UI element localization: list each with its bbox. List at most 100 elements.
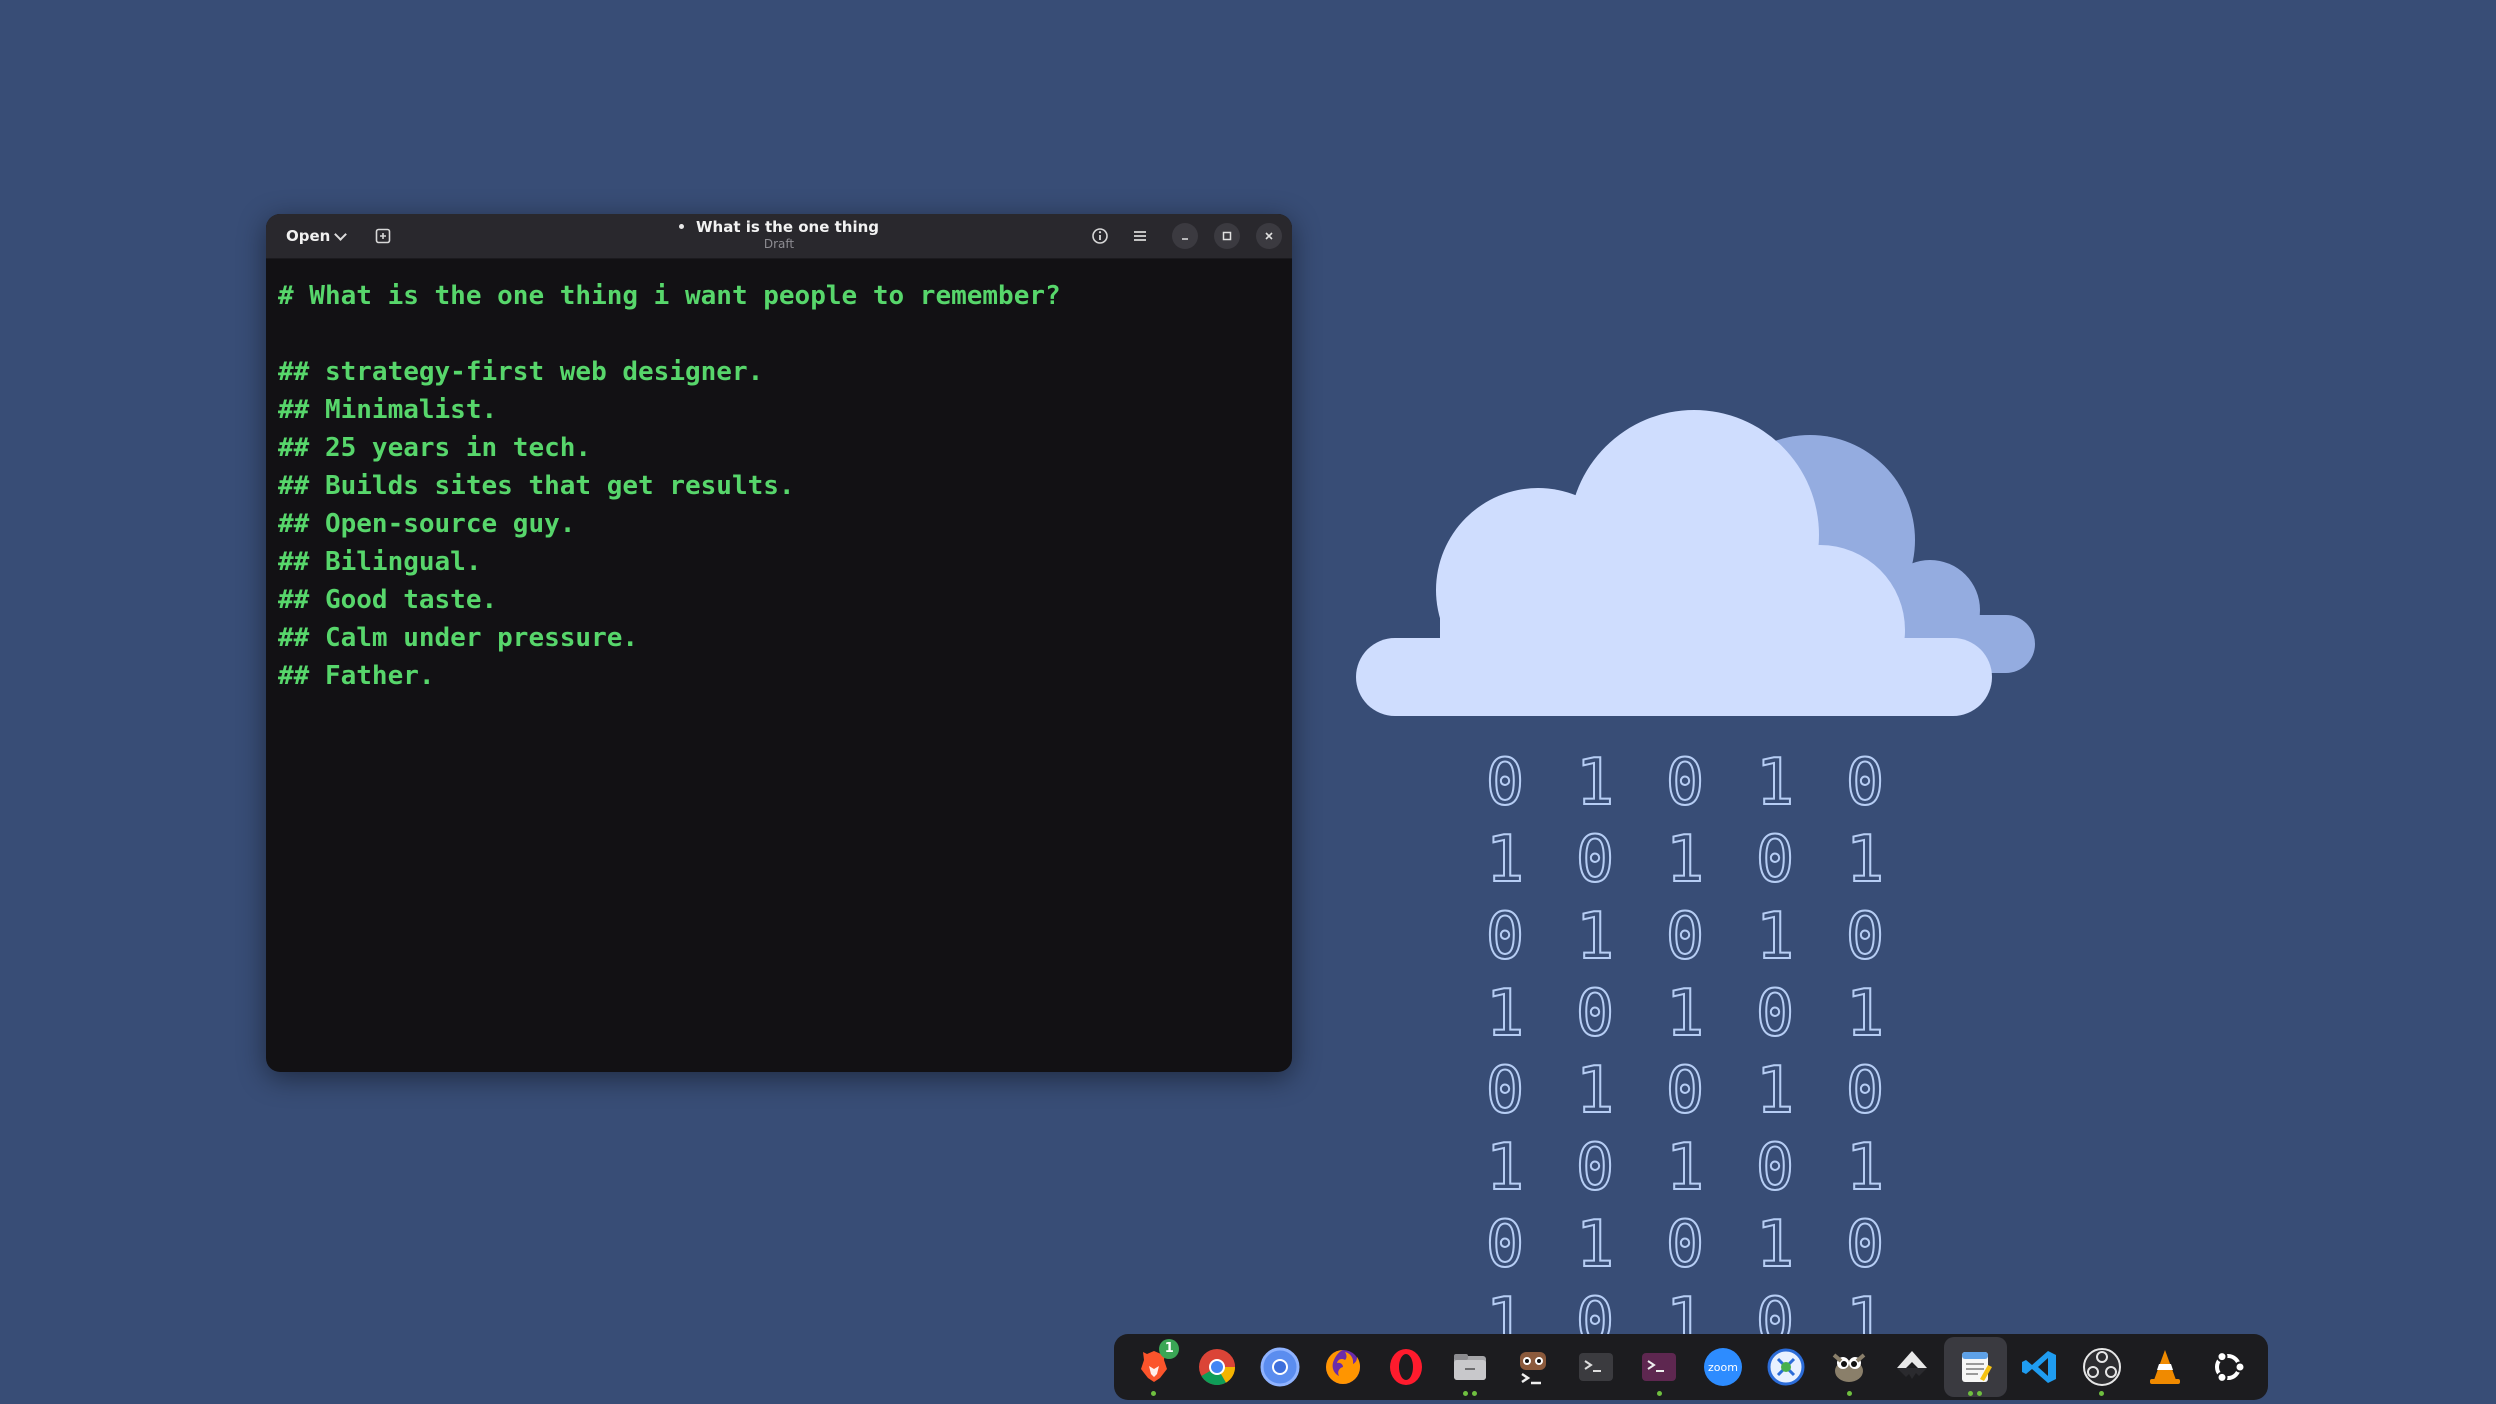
binary-row: 10101 <box>1460 822 1910 899</box>
dock-item-google-chrome[interactable] <box>1185 1337 1248 1397</box>
new-document-button[interactable] <box>367 220 399 252</box>
text-editor-area[interactable]: # What is the one thing i want people to… <box>266 259 1292 713</box>
editor-line: ## Good taste. <box>278 585 498 615</box>
dock-item-firefox[interactable] <box>1312 1337 1375 1397</box>
binary-digit: 0 <box>1845 1207 1886 1283</box>
running-dot <box>1462 1391 1468 1396</box>
text-editor-window: Open What is the one thing Draft # What … <box>266 214 1292 1072</box>
dock-item-text-editor[interactable] <box>1943 1337 2008 1397</box>
terminal-purple-icon <box>1642 1353 1677 1381</box>
running-dot <box>1977 1391 1983 1396</box>
editor-line: ## Bilingual. <box>278 547 482 577</box>
firefox-icon <box>1326 1350 1361 1384</box>
document-title: What is the one thing <box>695 218 880 236</box>
running-dot <box>2099 1391 2105 1396</box>
zoom-logo-text: zoom <box>1708 1361 1738 1374</box>
open-button[interactable]: Open <box>276 220 355 252</box>
editor-line: ## Calm under pressure. <box>278 623 639 653</box>
dock-item-app-terminal[interactable] <box>1501 1337 1564 1397</box>
binary-digit: 1 <box>1665 822 1706 898</box>
binary-digit: 1 <box>1575 1207 1616 1283</box>
close-icon <box>1265 232 1273 240</box>
editor-line: # What is the one thing i want people to… <box>278 281 1061 311</box>
chrome-icon <box>1198 1349 1235 1386</box>
unsaved-indicator-icon <box>678 223 684 229</box>
editor-line: ## Father. <box>278 661 435 691</box>
running-indicator <box>1944 1391 2007 1396</box>
dock-item-vscode[interactable] <box>2007 1337 2070 1397</box>
main-menu-button[interactable] <box>1124 220 1156 252</box>
dock: 1 zoom <box>1114 1334 2268 1400</box>
binary-rain: 0101010101010101010101010101010101010101 <box>1460 745 1920 1345</box>
editor-line: ## Open-source guy. <box>278 509 576 539</box>
folder-icon <box>1453 1354 1486 1380</box>
binary-digit: 0 <box>1845 899 1886 975</box>
binary-digit: 0 <box>1665 1207 1706 1283</box>
text-editor-icon <box>1962 1352 1993 1382</box>
binary-digit: 1 <box>1845 1130 1886 1206</box>
dock-item-files[interactable] <box>1438 1337 1501 1397</box>
remote-desktop-icon <box>1767 1348 1805 1386</box>
terminal-icon <box>1579 1353 1614 1381</box>
binary-digit: 1 <box>1845 822 1886 898</box>
editor-line: ## strategy-first web designer. <box>278 357 764 387</box>
binary-digit: 0 <box>1485 1053 1526 1129</box>
binary-digit: 1 <box>1755 745 1796 821</box>
minimize-button[interactable] <box>1172 223 1198 249</box>
chevron-down-icon <box>334 227 348 241</box>
running-dot <box>1968 1391 1974 1396</box>
close-button[interactable] <box>1256 223 1282 249</box>
info-icon <box>1092 228 1108 244</box>
dock-item-terminal-alt[interactable] <box>1628 1337 1691 1397</box>
document-info-button[interactable] <box>1084 220 1116 252</box>
chromium-icon <box>1260 1347 1300 1387</box>
binary-row: 01010 <box>1460 745 1910 822</box>
vlc-cone-icon <box>2150 1350 2181 1384</box>
binary-digit: 1 <box>1485 822 1526 898</box>
binary-digit: 0 <box>1845 745 1886 821</box>
opera-icon <box>1390 1349 1423 1385</box>
binary-row: 10101 <box>1460 1130 1910 1207</box>
vscode-icon <box>2021 1351 2056 1383</box>
obs-icon <box>2082 1348 2121 1386</box>
binary-digit: 1 <box>1845 976 1886 1052</box>
running-dot <box>1151 1391 1157 1396</box>
dock-item-ubuntu[interactable] <box>2197 1337 2260 1397</box>
dock-item-obs-studio[interactable] <box>2070 1337 2133 1397</box>
editor-line: ## 25 years in tech. <box>278 433 592 463</box>
dock-item-gimp[interactable] <box>1817 1337 1880 1397</box>
binary-digit: 1 <box>1575 899 1616 975</box>
dock-item-brave-browser[interactable]: 1 <box>1122 1337 1185 1397</box>
binary-digit: 0 <box>1485 745 1526 821</box>
dock-item-chromium[interactable] <box>1248 1337 1311 1397</box>
dock-item-zoom[interactable]: zoom <box>1691 1337 1754 1397</box>
binary-row: 01010 <box>1460 1207 1910 1284</box>
binary-digit: 0 <box>1575 1130 1616 1206</box>
dock-item-vlc[interactable] <box>2134 1337 2197 1397</box>
binary-digit: 1 <box>1665 1130 1706 1206</box>
dock-item-opera[interactable] <box>1375 1337 1438 1397</box>
binary-digit: 0 <box>1665 899 1706 975</box>
running-dot <box>1471 1391 1477 1396</box>
binary-row: 01010 <box>1460 1053 1910 1130</box>
open-button-label: Open <box>286 227 331 245</box>
minimize-icon <box>1182 238 1188 240</box>
dock-item-terminal[interactable] <box>1565 1337 1628 1397</box>
binary-row: 01010 <box>1460 899 1910 976</box>
dock-item-remote-desktop[interactable] <box>1754 1337 1817 1397</box>
binary-digit: 0 <box>1575 822 1616 898</box>
binary-digit: 0 <box>1845 1053 1886 1129</box>
maximize-button[interactable] <box>1214 223 1240 249</box>
binary-digit: 1 <box>1755 1207 1796 1283</box>
running-indicator <box>1817 1391 1880 1396</box>
dock-item-inkscape[interactable] <box>1881 1337 1944 1397</box>
running-indicator <box>1628 1391 1691 1396</box>
binary-digit: 1 <box>1575 745 1616 821</box>
window-titlebar[interactable]: Open What is the one thing Draft <box>266 214 1292 259</box>
editor-line: ## Builds sites that get results. <box>278 471 795 501</box>
binary-digit: 0 <box>1755 976 1796 1052</box>
running-indicator <box>1122 1391 1185 1396</box>
editor-line: ## Minimalist. <box>278 395 498 425</box>
binary-digit: 0 <box>1755 1130 1796 1206</box>
